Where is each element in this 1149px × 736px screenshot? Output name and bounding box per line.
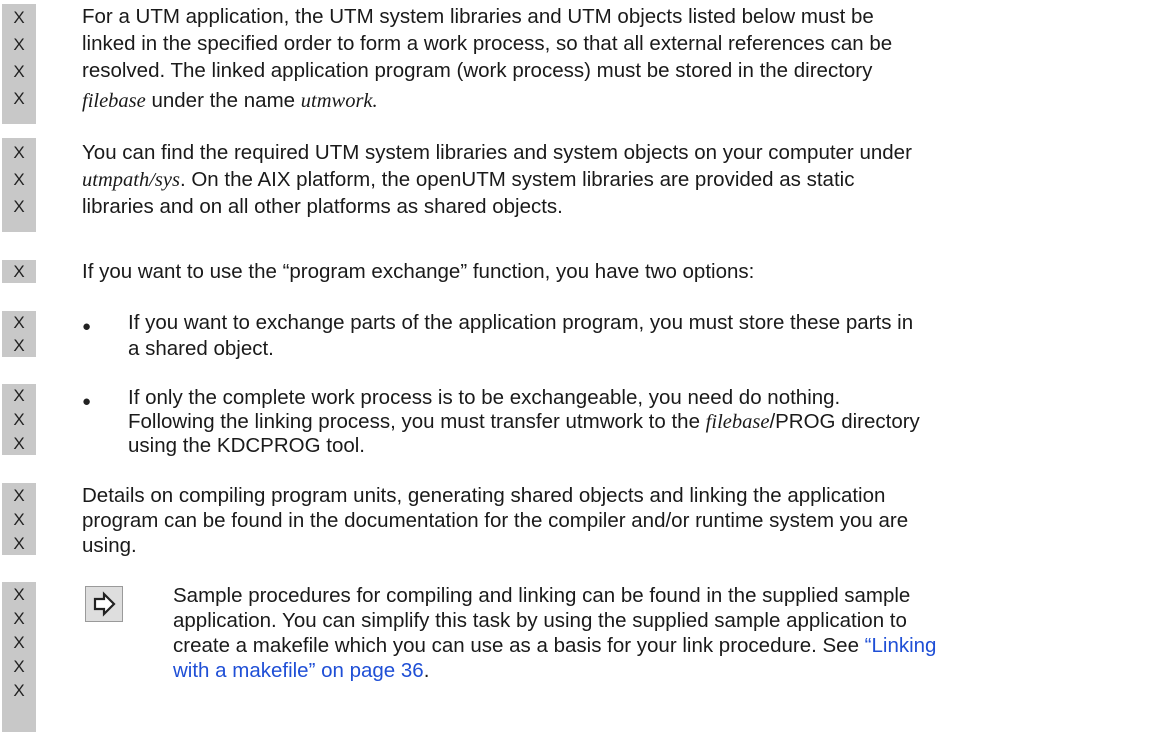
cross-reference-link[interactable]: “Linking: [865, 634, 937, 657]
change-marker: X: [13, 486, 25, 505]
change-marker: X: [13, 197, 25, 216]
arrow-right-icon-glyph: [93, 591, 116, 617]
change-marker: X: [13, 657, 25, 676]
paragraph-line: linked in the specified order to form a …: [82, 32, 893, 55]
paragraph-line: You can find the required UTM system lib…: [82, 141, 912, 164]
change-marker: X: [13, 62, 25, 81]
change-marker: X: [13, 410, 25, 429]
change-marker: X: [13, 35, 25, 54]
paragraph-line: using the KDCPROG tool.: [128, 434, 365, 457]
change-marker: X: [13, 609, 25, 628]
bullet-icon: ●: [82, 393, 92, 410]
arrow-right-icon: [85, 586, 123, 622]
change-marker: X: [13, 336, 25, 355]
change-marker: X: [13, 434, 25, 453]
text-run: .: [423, 659, 430, 682]
paragraph-line: with a makefile” on page 36.: [173, 657, 429, 684]
paragraph-line: using.: [82, 534, 137, 557]
paragraph-line: utmpath/sys. On the AIX platform, the op…: [82, 166, 854, 194]
paragraph-line: libraries and on all other platforms as …: [82, 195, 563, 218]
bullet-icon: ●: [82, 318, 92, 335]
change-marker: X: [13, 262, 25, 281]
term-utmpath: utmpath/sys: [82, 169, 180, 191]
change-marker: X: [13, 681, 25, 700]
text-run: /PROG directory: [769, 410, 920, 433]
change-marker: X: [13, 313, 25, 332]
change-marker: X: [13, 510, 25, 529]
text-run: under the name: [145, 89, 301, 112]
term-filebase: filebase: [705, 411, 770, 433]
paragraph-line: filebase under the name utmwork.: [82, 87, 378, 115]
text-run: . On the AIX platform, the openUTM syste…: [179, 168, 855, 191]
paragraph-line: Sample procedures for compiling and link…: [173, 584, 911, 607]
paragraph-line: program can be found in the documentatio…: [82, 509, 909, 532]
paragraph-line: a shared object.: [128, 337, 274, 360]
paragraph-line: create a makefile which you can use as a…: [173, 632, 936, 659]
paragraph-line: Details on compiling program units, gene…: [82, 484, 886, 507]
paragraph-line: application. You can simplify this task …: [173, 609, 907, 632]
change-marker: X: [13, 89, 25, 108]
change-marker: X: [13, 143, 25, 162]
text-run: Following the linking process, you must …: [128, 410, 706, 433]
paragraph-line: If you want to use the “program exchange…: [82, 260, 755, 283]
paragraph-line: For a UTM application, the UTM system li…: [82, 5, 874, 28]
term-filebase: filebase: [82, 90, 146, 112]
change-marker: X: [13, 585, 25, 604]
paragraph-line: If only the complete work process is to …: [128, 386, 841, 409]
change-marker: X: [13, 170, 25, 189]
cross-reference-link[interactable]: with a makefile” on page 36: [173, 659, 424, 682]
text-run: create a makefile which you can use as a…: [173, 634, 865, 657]
change-marker: X: [13, 8, 25, 27]
change-marker: X: [13, 633, 25, 652]
paragraph-line: resolved. The linked application program…: [82, 59, 873, 82]
term-utmwork: utmwork: [300, 90, 373, 112]
change-marker: X: [13, 386, 25, 405]
change-marker: X: [13, 534, 25, 553]
text-run: .: [372, 90, 378, 112]
paragraph-line: If you want to exchange parts of the app…: [128, 311, 914, 334]
